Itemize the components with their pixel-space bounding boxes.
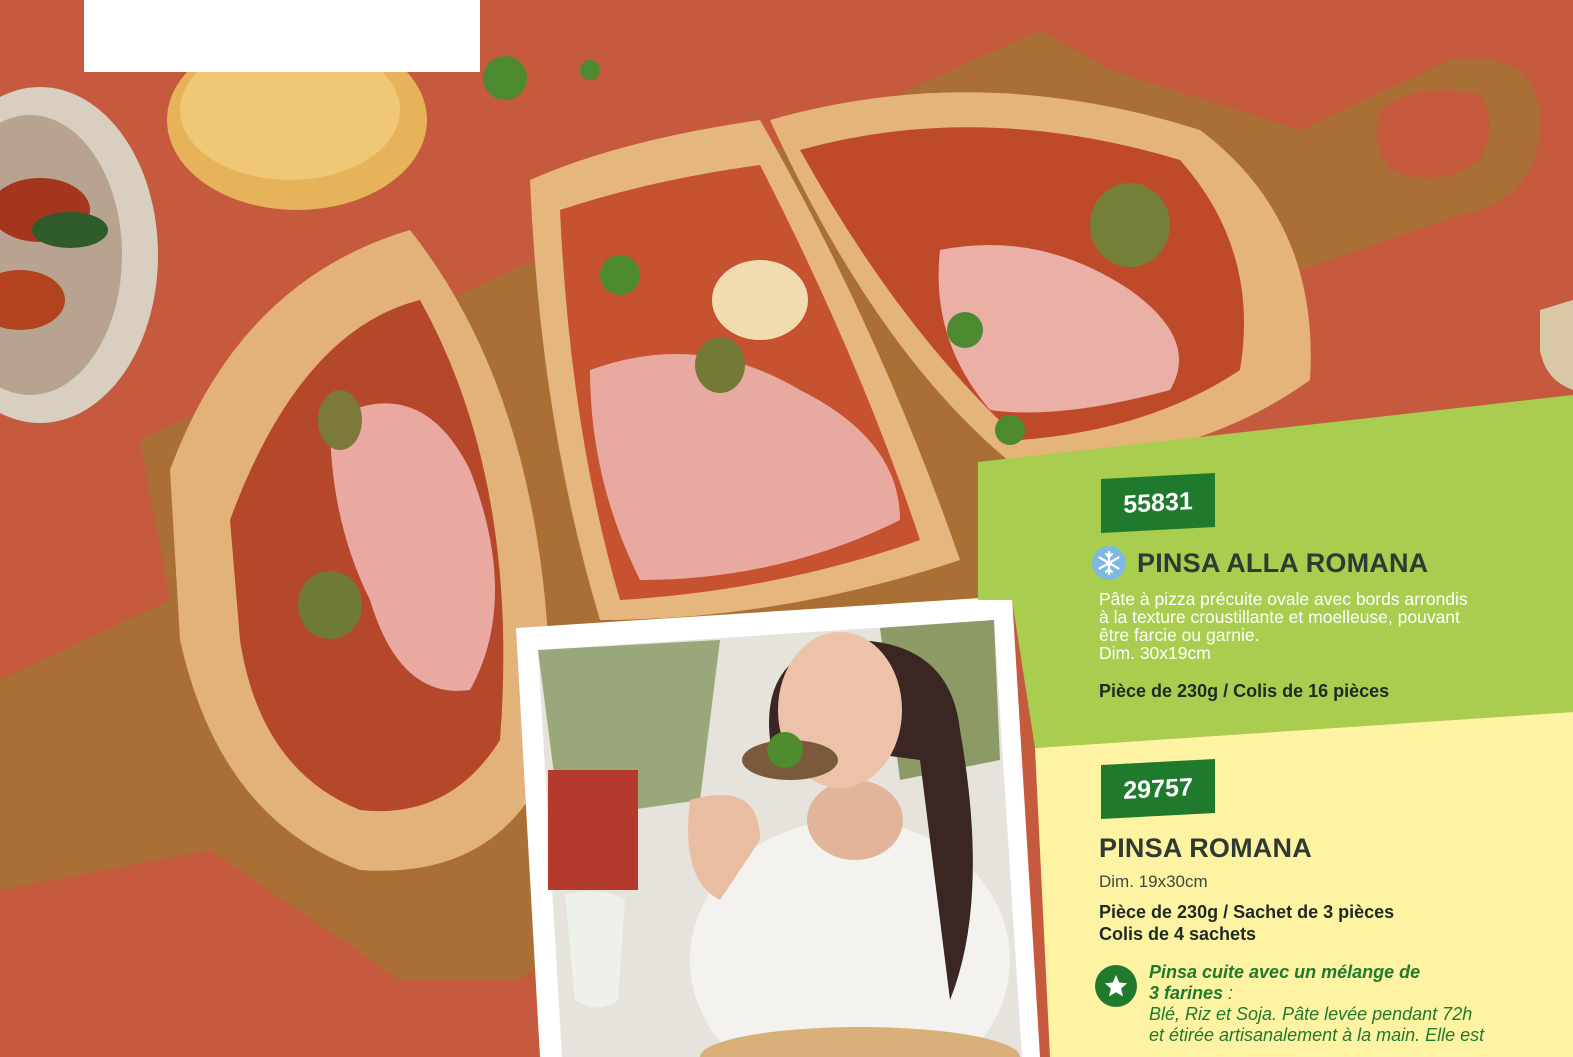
packaging-line: Colis de 4 sachets <box>1099 924 1257 944</box>
product-dimensions: Dim. 30x19cm <box>1099 643 1211 663</box>
product-code-badge: 29757 <box>1101 759 1215 819</box>
feature-title-line: Pinsa cuite avec un mélange de <box>1149 962 1421 982</box>
snowflake-icon <box>1092 546 1126 580</box>
description-line: être farcie ou garnie. <box>1099 625 1260 645</box>
product-feature: Pinsa cuite avec un mélange de 3 farines… <box>1149 962 1549 1046</box>
product-title: PINSA ALLA ROMANA <box>1137 548 1429 578</box>
product-dimensions: Dim. 19x30cm <box>1099 872 1208 891</box>
feature-text-line: et étirée artisanalement à la main. Elle… <box>1149 1025 1485 1045</box>
product-description: Pâte à pizza précuite ovale avec bords a… <box>1099 590 1468 662</box>
description-line: à la texture croustillante et moelleuse,… <box>1099 607 1460 627</box>
star-icon <box>1095 965 1137 1007</box>
product-title: PINSA ROMANA <box>1099 833 1312 863</box>
product-panel-green <box>978 395 1573 1057</box>
product-packaging: Pièce de 230g / Sachet de 3 pièces Colis… <box>1099 901 1394 945</box>
description-line: Pâte à pizza précuite ovale avec bords a… <box>1099 589 1468 609</box>
packaging-line: Pièce de 230g / Sachet de 3 pièces <box>1099 902 1395 922</box>
feature-title-line: 3 farines : <box>1149 983 1234 1003</box>
feature-text-line: Blé, Riz et Soja. Pâte levée pendant 72h <box>1149 1004 1473 1024</box>
product-packaging: Pièce de 230g / Colis de 16 pièces <box>1099 681 1390 701</box>
product-code-badge: 55831 <box>1101 473 1215 533</box>
